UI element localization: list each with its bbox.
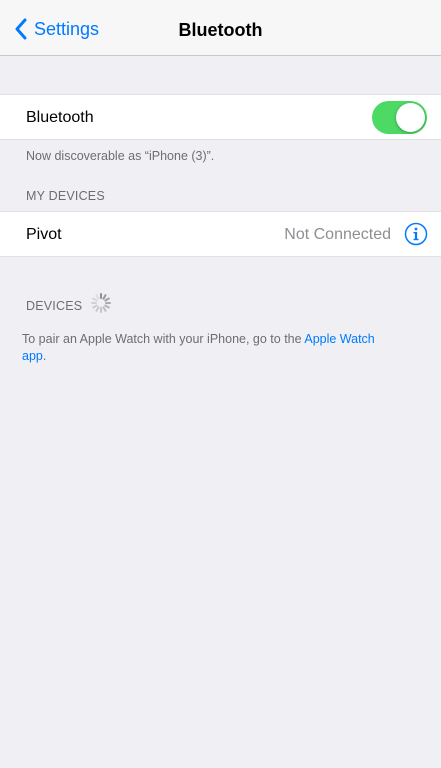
device-name: Pivot (26, 226, 62, 243)
info-icon[interactable] (404, 222, 428, 246)
discoverable-note: Now discoverable as “iPhone (3)”. (26, 149, 215, 163)
device-status: Not Connected (284, 226, 391, 243)
bluetooth-toggle[interactable] (372, 101, 427, 134)
devices-header-label: DEVICES (26, 299, 83, 313)
apple-watch-app-link-cont[interactable]: app (22, 349, 43, 363)
apple-watch-app-link[interactable]: Apple Watch (304, 332, 374, 346)
device-row-pivot[interactable]: Pivot Not Connected (0, 211, 441, 257)
navigation-bar: Settings Bluetooth (0, 0, 441, 56)
pair-apple-watch-text: To pair an Apple Watch with your iPhone,… (22, 331, 422, 365)
pair-text-prefix: To pair an Apple Watch with your iPhone,… (22, 332, 305, 346)
my-devices-header: MY DEVICES (26, 189, 105, 203)
page-title: Bluetooth (178, 20, 263, 40)
bluetooth-row: Bluetooth (0, 94, 441, 140)
pair-text-suffix: . (42, 349, 47, 363)
devices-header: DEVICES (26, 293, 112, 314)
loading-spinner-icon (91, 293, 112, 313)
toggle-knob (396, 103, 425, 132)
bluetooth-label: Bluetooth (26, 109, 94, 126)
